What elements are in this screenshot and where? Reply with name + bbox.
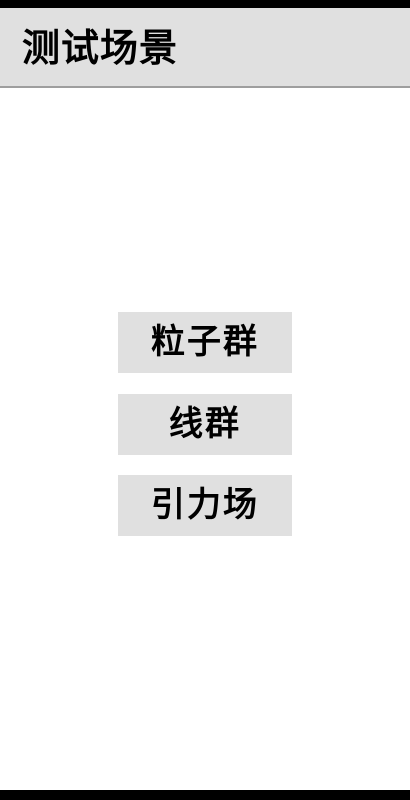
navigation-bar — [0, 790, 410, 800]
line-swarm-button[interactable]: 线群 — [118, 394, 292, 455]
particle-swarm-button[interactable]: 粒子群 — [118, 312, 292, 373]
page-title: 测试场景 — [22, 26, 179, 70]
gravity-field-button[interactable]: 引力场 — [118, 475, 292, 536]
scene-menu: 粒子群 线群 引力场 — [0, 90, 410, 790]
status-bar — [0, 0, 410, 8]
app-bar: 测试场景 — [0, 8, 410, 88]
